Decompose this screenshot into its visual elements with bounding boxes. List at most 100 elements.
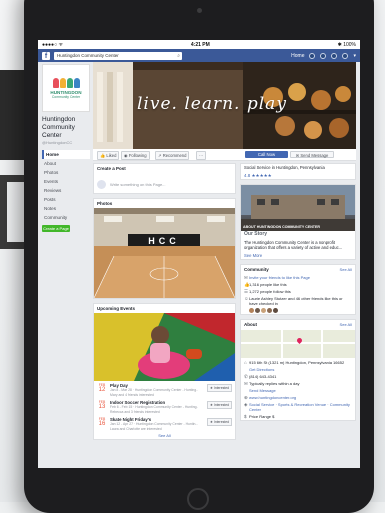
interested-button[interactable]: ★ Interested [206,384,232,392]
search-input-value: Huntingdon Community Center [57,52,119,58]
community-row[interactable]: ✉ Invite your friends to like this Page [241,274,355,281]
camera-icon [197,8,202,13]
home-link[interactable]: Home [291,53,304,59]
location-map[interactable] [241,330,355,358]
about-see-all-link[interactable]: See All [340,322,352,327]
event-row[interactable]: FEB 16 Skate Night Friday's Jan 12 - Apr … [94,415,235,432]
friends-like-text[interactable]: Laurie Ashley Stutzer and 46 other frien… [249,296,352,306]
events-card: Upcoming Events FEB 12 Play Day Jan 8 - … [93,303,236,440]
event-image [94,313,235,381]
community-card: Community See All ✉ Invite your friends to… [240,264,356,315]
about-row[interactable]: ◈ Social Service · Sports & Recreation Ve… [241,401,355,413]
event-meta: Feb 6 - Feb 15 · Huntingdon Community Ce… [110,405,198,409]
photos-card: Photos HCC [93,198,236,299]
page-nav: Home About Photos Events Reviews Posts N… [42,150,90,222]
events-title[interactable]: Upcoming Events [94,304,235,313]
get-directions-link[interactable]: Get Directions [249,367,274,372]
avatar[interactable] [249,308,254,313]
likes-count: 1,316 people like this [249,282,287,287]
gym-image [94,208,235,298]
page-profile-picture[interactable]: HUNTINGDON Community Center [42,64,90,112]
help-icon[interactable] [342,52,349,59]
send-message-button[interactable]: ✉ Send Message [290,151,334,158]
event-row[interactable]: FEB 13 Indoor Soccer Registration Feb 6 -… [94,398,235,415]
search-icon[interactable]: ⌕ [177,52,180,60]
home-button[interactable] [187,488,209,510]
cover-tagline: live. learn. play [137,94,287,114]
category-links[interactable]: Social Service · Sports & Recreation Ven… [249,402,352,412]
post-placeholder: Write something on this Page... [110,182,166,187]
interested-button[interactable]: ★ Interested [206,418,232,426]
create-post-title: Create a Post [97,166,126,171]
battery-indicator: ✱ 100% [337,41,356,48]
post-composer[interactable]: Write something on this Page... [94,173,235,193]
send-message-label: Send Message [300,153,329,158]
events-see-all-link[interactable]: See All [94,432,235,439]
liked-label: Liked [106,153,117,158]
messages-icon[interactable] [320,52,327,59]
about-row[interactable]: Get Directions [241,366,355,373]
community-row[interactable]: ☺ Laurie Ashley Stutzer and 46 other frie… [241,295,355,307]
call-now-button[interactable]: Call Now [245,151,288,158]
event-day: 12 [98,387,106,393]
logo-subtitle: Community Center [51,94,81,99]
nav-item-community[interactable]: Community [42,213,90,222]
page-action-bar: 👍 Liked ◉ Following ↗ Recommend ··· Call… [93,149,356,161]
recommend-button[interactable]: ↗ Recommend [155,151,190,160]
avatar[interactable] [273,308,278,313]
avatar[interactable] [267,308,272,313]
nav-item-home[interactable]: Home [42,150,90,159]
facebook-logo-icon[interactable]: f [42,51,50,60]
nav-item-about[interactable]: About [42,159,90,168]
create-page-button[interactable]: Create a Page [42,225,70,232]
chevron-down-icon[interactable]: ▾ [353,53,356,59]
nav-item-reviews[interactable]: Reviews [42,186,90,195]
nav-item-photos[interactable]: Photos [42,168,90,177]
about-row[interactable]: ⊕ www.huntingdoncenter.org [241,394,355,401]
event-friends: Rebecca and 3 friends interested [110,409,160,414]
page-info-card: Social Service in Huntingdon, Pennsylvan… [240,163,356,180]
page-category[interactable]: Social Service in Huntingdon, Pennsylvan… [241,164,355,172]
following-label: Following [128,153,147,158]
cover-photo[interactable]: live. learn. play [93,62,356,149]
event-photo[interactable] [94,313,235,381]
search-input[interactable]: Huntingdon Community Center ⌕ [54,51,182,60]
gym-photo[interactable]: HCC [94,208,235,298]
clock: 4:21 PM [190,41,210,48]
more-button[interactable]: ··· [196,151,207,160]
liked-button[interactable]: 👍 Liked [97,151,120,160]
messenger-icon: ✉ [295,153,300,158]
status-bar: ●●●●○ ᯤ 4:21 PM ✱ 100% [38,40,360,49]
rating-stars[interactable]: 4.8 ★★★★★ [241,172,355,180]
about-title: About [244,322,257,327]
people-logo-icon [52,77,80,88]
event-friends: Laura and Charlotte are interested [110,426,162,431]
event-row[interactable]: FEB 12 Play Day Jan 8 - Mar 28 · Huntingd… [94,381,235,398]
photos-title[interactable]: Photos [94,199,235,208]
see-more-link[interactable]: See More [241,252,355,260]
interested-label: Interested [213,420,229,424]
event-date: FEB 16 [97,417,107,427]
nav-item-events[interactable]: Events [42,177,90,186]
interested-button[interactable]: ★ Interested [206,401,232,409]
avatar[interactable] [261,308,266,313]
website-link[interactable]: www.huntingdoncenter.org [249,395,296,400]
following-button[interactable]: ◉ Following [121,151,150,160]
friend-avatars [241,307,355,314]
about-row[interactable]: Send Message [241,387,355,394]
nav-item-notes[interactable]: Notes [42,204,90,213]
friend-requests-icon[interactable] [309,52,316,59]
nav-item-posts[interactable]: Posts [42,195,90,204]
community-see-all-link[interactable]: See All [340,267,352,272]
our-story-card[interactable]: ABOUT HUNTINGDON COMMUNITY CENTER Our St… [240,184,356,260]
invite-friends-link[interactable]: Invite your friends to like this Page [249,275,310,280]
avatar[interactable] [255,308,260,313]
community-row: 👍 1,316 people like this [241,281,355,288]
notifications-icon[interactable] [331,52,338,59]
community-title: Community [244,267,269,272]
about-row: $ Price Range $ [241,413,355,420]
story-image-label: ABOUT HUNTINGDON COMMUNITY CENTER [243,225,320,229]
send-message-link[interactable]: Send Message [249,388,276,393]
page-title: Huntingdon Community Center [42,116,76,139]
follow-count: 1,272 people follow this [249,289,291,294]
